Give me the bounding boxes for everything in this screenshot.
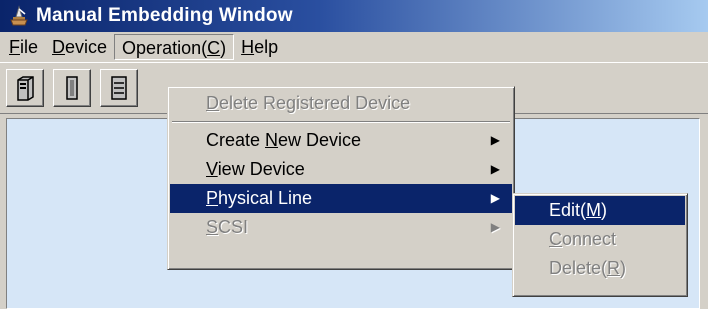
menu-separator <box>172 121 510 123</box>
menu-item-view-device[interactable]: View Device ▶ <box>170 155 512 184</box>
toolbar-button-3[interactable] <box>100 69 138 107</box>
app-icon <box>10 5 28 26</box>
submenu-item-edit[interactable]: Edit(M) <box>515 196 685 225</box>
toolbar-button-2[interactable] <box>53 69 91 107</box>
menu-help[interactable]: Help <box>234 34 285 60</box>
menu-item-create-new-device[interactable]: Create New Device ▶ <box>170 126 512 155</box>
window-title: Manual Embedding Window <box>36 5 293 26</box>
submenu-arrow-icon: ▶ <box>490 220 500 234</box>
toolbar-button-1[interactable] <box>6 69 44 107</box>
submenu-arrow-icon: ▶ <box>490 162 500 176</box>
physical-line-submenu: Edit(M) Connect Delete(R) <box>512 193 688 297</box>
menu-device[interactable]: Device <box>45 34 114 60</box>
menu-item-delete-registered-device[interactable]: Delete Registered Device <box>170 89 512 118</box>
submenu-item-connect[interactable]: Connect <box>515 225 685 254</box>
server-tower-icon <box>17 76 34 101</box>
submenu-item-delete[interactable]: Delete(R) <box>515 254 685 283</box>
server-slim-icon <box>66 76 78 100</box>
menu-item-physical-line[interactable]: Physical Line ▶ <box>170 184 512 213</box>
menu-item-scsi[interactable]: SCSI ▶ <box>170 213 512 242</box>
menu-operation[interactable]: Operation(C) <box>114 34 235 60</box>
menu-file[interactable]: File <box>2 34 45 60</box>
server-rack-icon <box>111 76 127 100</box>
menu-bar: File Device Operation(C) Help <box>0 32 708 62</box>
submenu-arrow-icon: ▶ <box>490 191 500 205</box>
submenu-arrow-icon: ▶ <box>490 133 500 147</box>
operation-menu: Delete Registered Device Create New Devi… <box>167 86 515 270</box>
title-bar: Manual Embedding Window <box>0 0 708 32</box>
